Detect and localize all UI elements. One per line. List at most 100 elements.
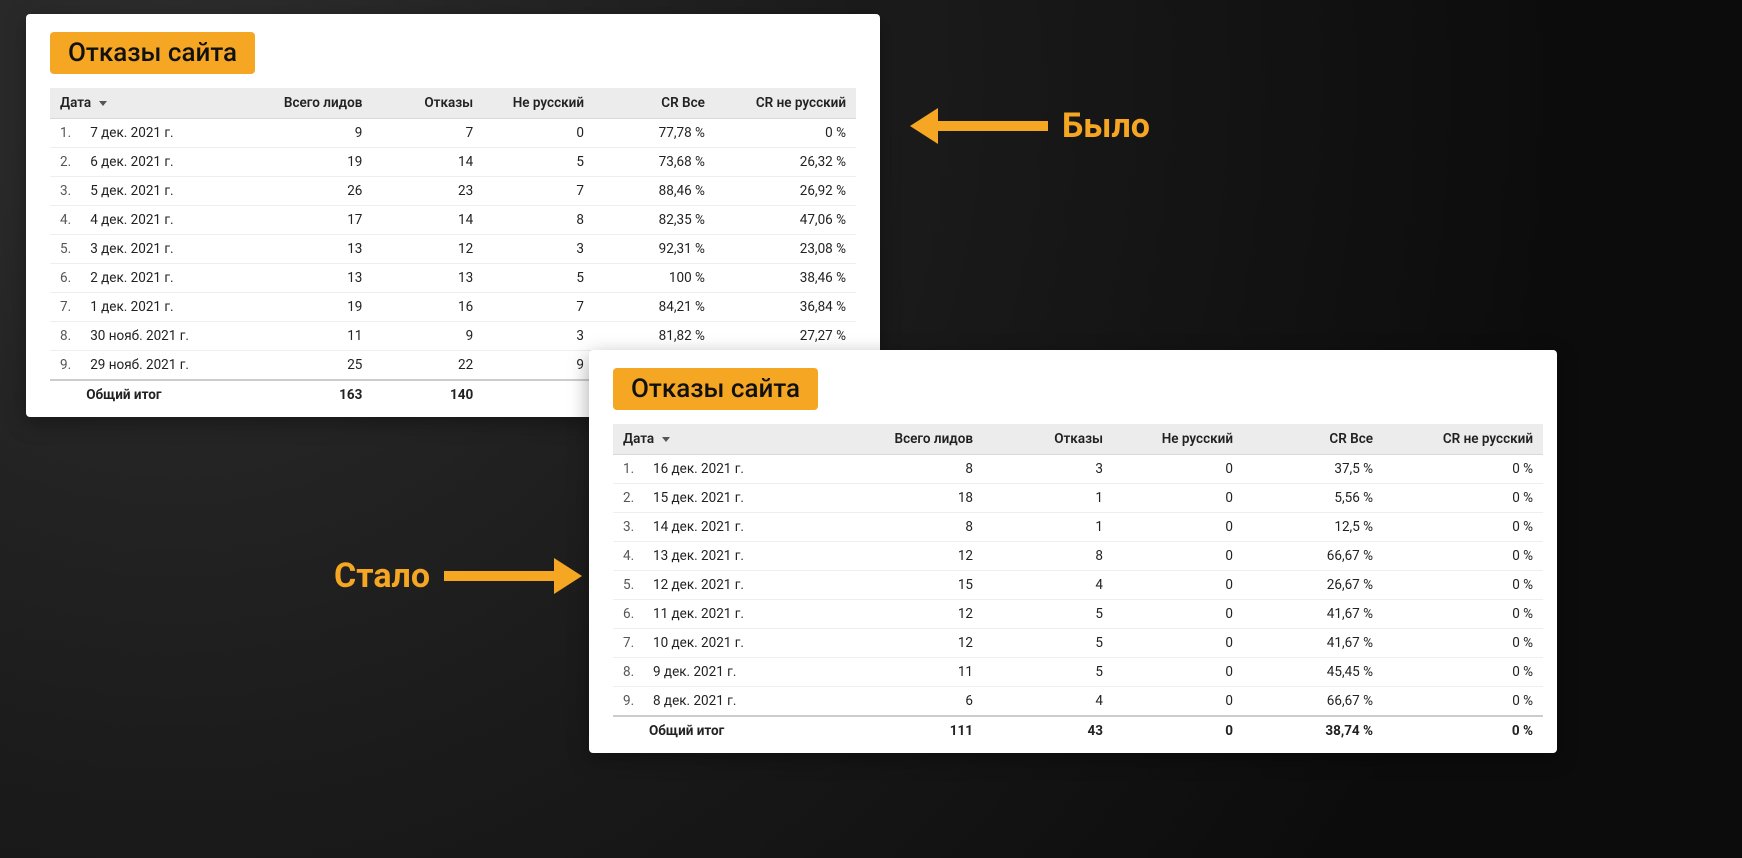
col-refusals[interactable]: Отказы bbox=[983, 424, 1113, 455]
table-row: 2.6 дек. 2021 г.1914573,68 %26,32 % bbox=[50, 148, 856, 177]
row-date: 8 дек. 2021 г. bbox=[643, 687, 843, 717]
row-index: 1. bbox=[613, 455, 643, 484]
table-row: 1.7 дек. 2021 г.97077,78 %0 % bbox=[50, 119, 856, 148]
row-refusals: 14 bbox=[372, 206, 483, 235]
row-cr-all: 45,45 % bbox=[1243, 658, 1383, 687]
row-cr-not-ru: 0 % bbox=[715, 119, 856, 148]
row-leads: 13 bbox=[252, 235, 373, 264]
row-cr-all: 88,46 % bbox=[594, 177, 715, 206]
header-row: Дата Всего лидов Отказы Не русский CR Вс… bbox=[50, 88, 856, 119]
row-cr-all: 84,21 % bbox=[594, 293, 715, 322]
row-date: 9 дек. 2021 г. bbox=[643, 658, 843, 687]
row-cr-not-ru: 0 % bbox=[1383, 629, 1543, 658]
arrow-right-icon bbox=[554, 558, 582, 594]
arrow-left-icon bbox=[910, 108, 938, 144]
row-not-ru: 9 bbox=[483, 351, 594, 381]
row-cr-all: 26,67 % bbox=[1243, 571, 1383, 600]
row-date: 1 дек. 2021 г. bbox=[80, 293, 251, 322]
annotation-before: Было bbox=[910, 106, 1164, 146]
row-date: 3 дек. 2021 г. bbox=[80, 235, 251, 264]
row-leads: 19 bbox=[252, 293, 373, 322]
col-cr-all[interactable]: CR Все bbox=[1243, 424, 1383, 455]
row-index: 9. bbox=[613, 687, 643, 717]
row-leads: 12 bbox=[843, 600, 983, 629]
col-cr-not-ru[interactable]: CR не русский bbox=[715, 88, 856, 119]
row-refusals: 1 bbox=[983, 484, 1113, 513]
row-cr-not-ru: 27,27 % bbox=[715, 322, 856, 351]
table-row: 2.15 дек. 2021 г.18105,56 %0 % bbox=[613, 484, 1543, 513]
row-not-ru: 3 bbox=[483, 235, 594, 264]
row-index: 4. bbox=[613, 542, 643, 571]
row-refusals: 14 bbox=[372, 148, 483, 177]
table-row: 5.12 дек. 2021 г.154026,67 %0 % bbox=[613, 571, 1543, 600]
col-date-label: Дата bbox=[60, 95, 91, 111]
row-index: 6. bbox=[613, 600, 643, 629]
row-date: 6 дек. 2021 г. bbox=[80, 148, 251, 177]
row-refusals: 9 bbox=[372, 322, 483, 351]
col-date[interactable]: Дата bbox=[50, 88, 252, 119]
total-label: Общий итог bbox=[80, 380, 251, 409]
table-row: 6.2 дек. 2021 г.13135100 %38,46 % bbox=[50, 264, 856, 293]
row-cr-not-ru: 0 % bbox=[1383, 484, 1543, 513]
row-date: 12 дек. 2021 г. bbox=[643, 571, 843, 600]
row-index: 2. bbox=[50, 148, 80, 177]
row-cr-not-ru: 0 % bbox=[1383, 513, 1543, 542]
row-not-ru: 7 bbox=[483, 177, 594, 206]
total-not-ru bbox=[483, 380, 594, 409]
row-not-ru: 0 bbox=[1113, 455, 1243, 484]
row-index: 5. bbox=[50, 235, 80, 264]
row-date: 30 нояб. 2021 г. bbox=[80, 322, 251, 351]
col-refusals[interactable]: Отказы bbox=[372, 88, 483, 119]
row-cr-not-ru: 47,06 % bbox=[715, 206, 856, 235]
row-index: 5. bbox=[613, 571, 643, 600]
row-cr-not-ru: 26,92 % bbox=[715, 177, 856, 206]
table-row: 6.11 дек. 2021 г.125041,67 %0 % bbox=[613, 600, 1543, 629]
row-index: 7. bbox=[613, 629, 643, 658]
row-refusals: 4 bbox=[983, 571, 1113, 600]
row-cr-all: 82,35 % bbox=[594, 206, 715, 235]
col-cr-not-ru[interactable]: CR не русский bbox=[1383, 424, 1543, 455]
table-row: 3.14 дек. 2021 г.81012,5 %0 % bbox=[613, 513, 1543, 542]
row-cr-all: 41,67 % bbox=[1243, 600, 1383, 629]
row-refusals: 13 bbox=[372, 264, 483, 293]
total-leads: 163 bbox=[252, 380, 373, 409]
col-not-ru[interactable]: Не русский bbox=[1113, 424, 1243, 455]
table-row: 8.9 дек. 2021 г.115045,45 %0 % bbox=[613, 658, 1543, 687]
table-row: 4.4 дек. 2021 г.1714882,35 %47,06 % bbox=[50, 206, 856, 235]
title-chip-before: Отказы сайта bbox=[50, 32, 255, 74]
row-cr-not-ru: 0 % bbox=[1383, 571, 1543, 600]
arrow-shaft bbox=[938, 121, 1048, 131]
row-not-ru: 7 bbox=[483, 293, 594, 322]
row-index: 6. bbox=[50, 264, 80, 293]
row-refusals: 8 bbox=[983, 542, 1113, 571]
col-leads[interactable]: Всего лидов bbox=[843, 424, 983, 455]
row-cr-not-ru: 26,32 % bbox=[715, 148, 856, 177]
row-date: 10 дек. 2021 г. bbox=[643, 629, 843, 658]
row-leads: 12 bbox=[843, 629, 983, 658]
total-cr-all: 38,74 % bbox=[1243, 716, 1383, 745]
row-leads: 18 bbox=[843, 484, 983, 513]
col-date[interactable]: Дата bbox=[613, 424, 843, 455]
col-leads[interactable]: Всего лидов bbox=[252, 88, 373, 119]
row-cr-not-ru: 0 % bbox=[1383, 542, 1543, 571]
row-not-ru: 5 bbox=[483, 264, 594, 293]
row-not-ru: 0 bbox=[1113, 687, 1243, 717]
row-index: 8. bbox=[50, 322, 80, 351]
row-refusals: 1 bbox=[983, 513, 1113, 542]
row-leads: 17 bbox=[252, 206, 373, 235]
total-label: Общий итог bbox=[643, 716, 843, 745]
row-index: 7. bbox=[50, 293, 80, 322]
table-row: 8.30 нояб. 2021 г.119381,82 %27,27 % bbox=[50, 322, 856, 351]
row-cr-all: 37,5 % bbox=[1243, 455, 1383, 484]
row-not-ru: 0 bbox=[1113, 484, 1243, 513]
row-date: 4 дек. 2021 г. bbox=[80, 206, 251, 235]
row-cr-all: 92,31 % bbox=[594, 235, 715, 264]
col-not-ru[interactable]: Не русский bbox=[483, 88, 594, 119]
row-leads: 12 bbox=[843, 542, 983, 571]
total-not-ru: 0 bbox=[1113, 716, 1243, 745]
total-refusals: 43 bbox=[983, 716, 1113, 745]
row-index: 4. bbox=[50, 206, 80, 235]
col-cr-all[interactable]: CR Все bbox=[594, 88, 715, 119]
row-date: 16 дек. 2021 г. bbox=[643, 455, 843, 484]
row-cr-all: 77,78 % bbox=[594, 119, 715, 148]
